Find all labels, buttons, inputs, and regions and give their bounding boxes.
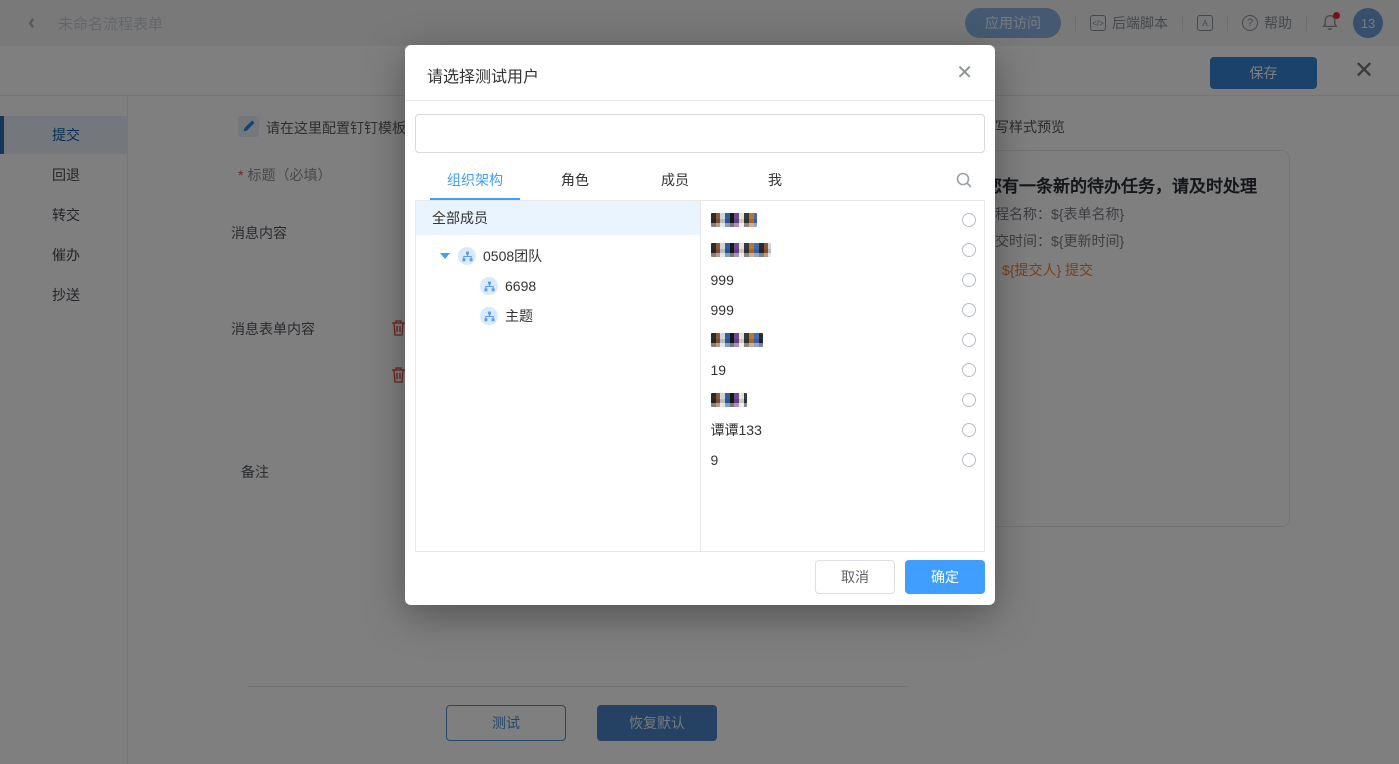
- member-name: 999: [711, 302, 963, 318]
- tree-node[interactable]: 6698: [416, 271, 700, 301]
- dialog-body: 全部成员 0508团队 6698 主题 999 999 19 谭谭133 9: [415, 200, 985, 552]
- select-test-user-dialog: 请选择测试用户 ✕ 组织架构角色成员我 全部成员 0508团队 6698 主题: [405, 45, 995, 605]
- member-row[interactable]: 19: [701, 355, 985, 385]
- tab[interactable]: 我: [725, 163, 825, 200]
- tree-children: 6698 主题: [416, 271, 700, 331]
- member-name: 9: [711, 452, 963, 468]
- member-name: 999: [711, 272, 963, 288]
- dialog-title: 请选择测试用户: [427, 63, 539, 87]
- member-radio[interactable]: [962, 273, 976, 287]
- member-name: 19: [711, 362, 963, 378]
- member-radio[interactable]: [962, 333, 976, 347]
- member-name: [711, 333, 963, 347]
- member-radio[interactable]: [962, 213, 976, 227]
- org-icon: [480, 307, 498, 325]
- member-list: 999 999 19 谭谭133 9: [701, 201, 985, 551]
- dialog-tabs: 组织架构角色成员我: [415, 163, 985, 200]
- member-radio[interactable]: [962, 303, 976, 317]
- dialog-footer: 取消 确定: [815, 560, 985, 594]
- confirm-button[interactable]: 确定: [905, 560, 985, 594]
- censored-name: [711, 333, 763, 347]
- close-icon[interactable]: ✕: [956, 61, 973, 85]
- censored-name: [711, 243, 771, 257]
- member-name: 谭谭133: [711, 420, 963, 440]
- tab[interactable]: 成员: [625, 163, 725, 200]
- censored-name: [711, 393, 747, 407]
- tree-node-label: 主题: [505, 306, 533, 326]
- member-row[interactable]: [701, 385, 985, 415]
- member-radio[interactable]: [962, 243, 976, 257]
- tree-node-label: 0508团队: [483, 246, 542, 266]
- cancel-button[interactable]: 取消: [815, 560, 895, 594]
- member-row[interactable]: 谭谭133: [701, 415, 985, 445]
- dialog-header: 请选择测试用户 ✕: [405, 45, 995, 101]
- tree-node-team[interactable]: 0508团队: [416, 241, 700, 271]
- selected-users-input[interactable]: [415, 114, 985, 153]
- org-tree-pane: 全部成员 0508团队 6698 主题: [416, 201, 701, 551]
- tab[interactable]: 角色: [525, 163, 625, 200]
- censored-name: [711, 213, 757, 227]
- member-row[interactable]: [701, 325, 985, 355]
- member-radio[interactable]: [962, 423, 976, 437]
- caret-down-icon[interactable]: [440, 253, 450, 259]
- app-window: ‹ 未命名流程表单 应用访问 </> 后端脚本 A ? 帮助: [0, 0, 1399, 764]
- member-row[interactable]: [701, 235, 985, 265]
- member-row[interactable]: 9: [701, 445, 985, 475]
- tab[interactable]: 组织架构: [425, 163, 525, 200]
- member-name: [711, 213, 963, 227]
- member-radio[interactable]: [962, 453, 976, 467]
- org-icon: [458, 247, 476, 265]
- org-icon: [480, 277, 498, 295]
- member-radio[interactable]: [962, 363, 976, 377]
- tree-node-label: 6698: [505, 278, 536, 294]
- member-name: [711, 243, 963, 257]
- member-row[interactable]: 999: [701, 295, 985, 325]
- member-name: [711, 393, 963, 407]
- member-row[interactable]: 999: [701, 265, 985, 295]
- tree-node[interactable]: 主题: [416, 301, 700, 331]
- member-radio[interactable]: [962, 393, 976, 407]
- member-row[interactable]: [701, 205, 985, 235]
- tree-node-all-members[interactable]: 全部成员: [416, 201, 700, 235]
- search-icon[interactable]: [955, 171, 973, 192]
